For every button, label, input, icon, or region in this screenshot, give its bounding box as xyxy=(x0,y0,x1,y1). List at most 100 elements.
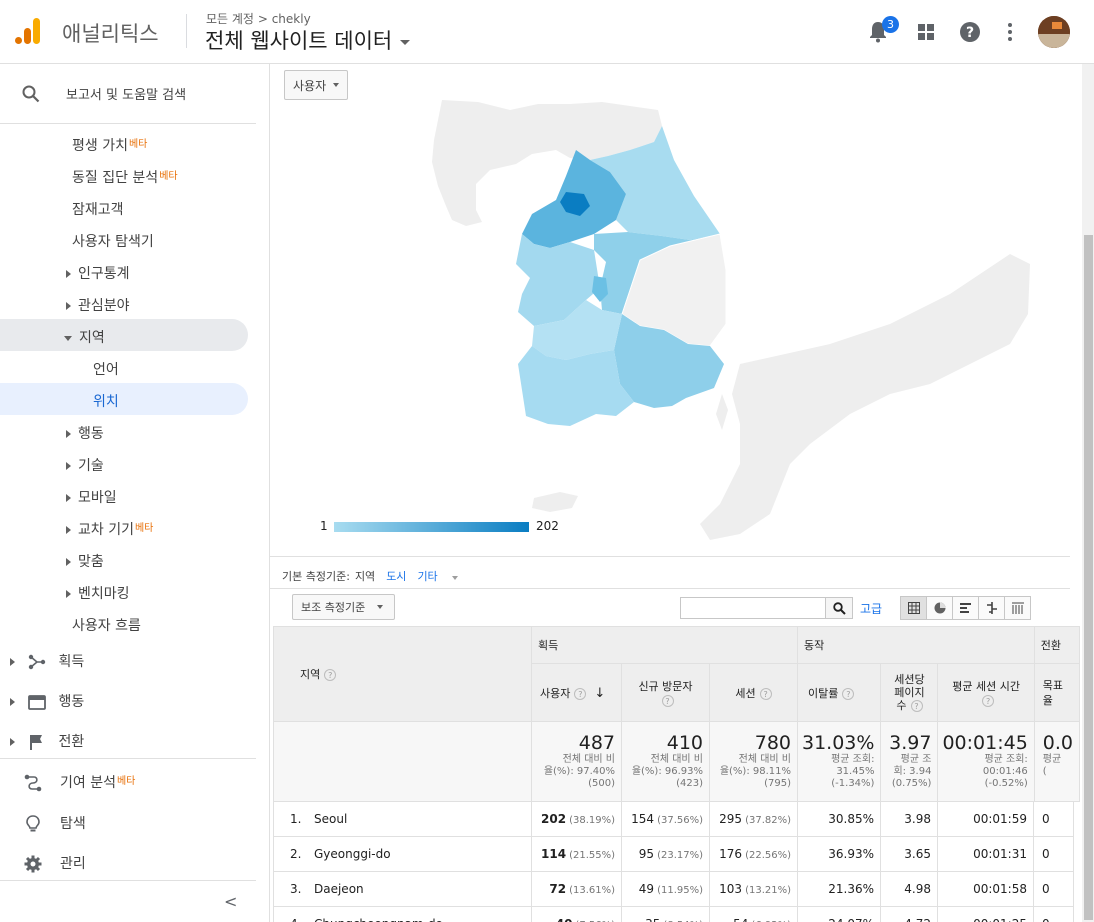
sidebar-item-interests[interactable]: 관심분야 xyxy=(66,295,130,315)
total-value: 780 xyxy=(754,732,791,754)
sidebar-item-custom[interactable]: 맞춤 xyxy=(66,551,104,571)
breadcrumb-account[interactable]: chekly xyxy=(272,12,311,26)
total-subtext: (500) xyxy=(588,778,615,789)
sidebar-item-benchmarking[interactable]: 벤치마킹 xyxy=(66,583,130,603)
sidebar-item-audiences[interactable]: 잠재고객 xyxy=(72,199,124,219)
report-search[interactable]: 보고서 및 도움말 검색 xyxy=(0,64,256,124)
collapse-sidebar-button[interactable]: < xyxy=(224,892,237,911)
sidebar-item-discover[interactable]: 탐색 xyxy=(24,813,86,833)
view-selector[interactable]: 전체 웹사이트 데이터 xyxy=(205,25,411,55)
sidebar-item-label: 지역 xyxy=(79,330,105,346)
map-region-jeju xyxy=(532,492,578,512)
total-subtext: 회: 3.94 xyxy=(893,766,932,777)
sidebar-section-conversions[interactable]: 전환 xyxy=(10,731,84,751)
help-button[interactable]: ? xyxy=(958,20,982,44)
breadcrumb-root[interactable]: 모든 계정 xyxy=(206,12,254,26)
avg-session-duration-cell: 00:01:58 xyxy=(937,871,1034,907)
column-header-avg-session-duration[interactable]: 평균 세션 시간? xyxy=(937,663,1035,722)
table-search-input[interactable] xyxy=(680,597,826,619)
table-row[interactable]: 1. Seoul 202 (38.19%) 154 (37.56%) 295 (37.82%)… xyxy=(273,801,1074,837)
scrollbar-thumb[interactable] xyxy=(1084,235,1093,920)
table-row[interactable]: 2. Gyeonggi-do 114 (21.55%) 95 (23.17%) 176 (22… xyxy=(273,836,1074,872)
column-header-new-users[interactable]: 신규 방문자? xyxy=(621,663,710,722)
table-row[interactable]: 3. Daejeon 72 (13.61%) 49 (11.95%) 103 (13.21%)… xyxy=(273,871,1074,907)
help-icon[interactable]: ? xyxy=(982,695,995,707)
region-link[interactable]: Chungcheongnam-do xyxy=(314,917,443,922)
dimension-other-link[interactable]: 기타 xyxy=(417,570,468,583)
view-table-button[interactable] xyxy=(900,596,927,620)
column-header-pages-per-session[interactable]: 세션당 페이지 수? xyxy=(880,663,939,722)
sidebar-section-label: 획득 xyxy=(58,654,85,670)
search-icon xyxy=(832,601,846,615)
help-icon[interactable]: ? xyxy=(661,695,674,707)
chevron-down-icon xyxy=(451,576,458,580)
geo-map[interactable] xyxy=(270,64,1070,546)
sidebar-item-cross-device[interactable]: 교차 기기베타 xyxy=(66,519,153,539)
sidebar-item-geo[interactable]: 지역 xyxy=(64,327,105,347)
secondary-dimension-dropdown[interactable]: 보조 측정기준 xyxy=(292,594,395,620)
view-bar-button[interactable] xyxy=(952,596,979,620)
more-options-button[interactable] xyxy=(998,20,1022,44)
grid-icon xyxy=(907,602,920,614)
column-header-bounce-rate[interactable]: 이탈률? xyxy=(796,663,882,722)
sessions-cell: 295 (37.82%) xyxy=(709,801,798,837)
advanced-filter-link[interactable]: 고급 xyxy=(860,600,882,617)
help-icon[interactable]: ? xyxy=(910,700,923,712)
region-link[interactable]: Gyeonggi-do xyxy=(314,847,391,861)
view-pie-button[interactable] xyxy=(926,596,953,620)
sidebar-item-location[interactable]: 위치 xyxy=(93,391,119,411)
view-compare-button[interactable] xyxy=(978,596,1005,620)
sidebar-item-attribution[interactable]: 기여 분석베타 xyxy=(24,772,135,792)
sidebar-item-label: 교차 기기 xyxy=(78,522,134,538)
column-header-label: 이탈률 xyxy=(808,686,839,700)
sidebar-item-mobile[interactable]: 모바일 xyxy=(66,487,117,507)
sidebar-item-users-flow[interactable]: 사용자 흐름 xyxy=(72,615,141,635)
view-pivot-button[interactable] xyxy=(1004,596,1031,620)
help-icon[interactable]: ? xyxy=(324,669,337,681)
new-users-percent: (37.56%) xyxy=(657,815,703,826)
bounce-rate-cell: 30.85% xyxy=(797,801,881,837)
sidebar-item-behavior-sub[interactable]: 행동 xyxy=(66,423,104,443)
avatar-image xyxy=(1038,16,1070,48)
notification-count-badge: 3 xyxy=(882,16,899,33)
region-cell: 1. Seoul xyxy=(273,801,532,837)
analytics-logo-icon[interactable] xyxy=(14,16,42,46)
sidebar-item-cohort-analysis[interactable]: 동질 집단 분석베타 xyxy=(72,167,178,187)
dimension-city-link[interactable]: 도시 xyxy=(386,570,406,583)
sidebar-item-language[interactable]: 언어 xyxy=(93,359,119,379)
sidebar-item-lifetime-value[interactable]: 평생 가치베타 xyxy=(72,135,147,155)
region-link[interactable]: Seoul xyxy=(314,812,347,826)
region-link[interactable]: Daejeon xyxy=(314,882,364,896)
table-search-button[interactable] xyxy=(825,597,853,619)
column-header-users[interactable]: 사용자? ↓ xyxy=(531,663,622,722)
column-header-label: 수 xyxy=(896,699,907,712)
dimension-other-label: 기타 xyxy=(417,570,438,583)
row-index: 1. xyxy=(290,812,302,826)
sidebar-item-label: 관리 xyxy=(60,856,86,872)
search-icon xyxy=(22,85,40,103)
table-row[interactable]: 4.Chungcheongnam-do40(7.56%)35(8.54%)54(… xyxy=(273,906,1074,922)
total-subtext: (0.75%) xyxy=(891,778,932,789)
help-icon[interactable]: ? xyxy=(759,687,772,700)
total-value: 0.0 xyxy=(1042,732,1074,754)
sidebar-item-label: 관심분야 xyxy=(78,298,130,314)
pie-icon xyxy=(934,602,945,614)
help-icon[interactable]: ? xyxy=(842,687,855,700)
avatar[interactable] xyxy=(1038,16,1070,48)
apps-button[interactable] xyxy=(914,20,938,44)
help-icon[interactable]: ? xyxy=(574,687,587,700)
sidebar-item-demographics[interactable]: 인구통계 xyxy=(66,263,130,283)
sidebar-section-behavior[interactable]: 행동 xyxy=(10,691,84,711)
sidebar-item-technology[interactable]: 기술 xyxy=(66,455,104,475)
users-value: 114 xyxy=(541,847,567,861)
sidebar-item-user-explorer[interactable]: 사용자 탐색기 xyxy=(72,231,154,251)
bounce-rate-cell: 24.07% xyxy=(797,906,881,922)
column-header-region[interactable]: 지역? xyxy=(273,626,532,722)
sidebar-section-acquisition[interactable]: 획득 xyxy=(10,651,84,671)
column-header-goal-rate[interactable]: 목표 율 xyxy=(1033,663,1081,722)
pages-per-session-cell: 4.72 xyxy=(880,906,938,922)
sidebar-item-admin[interactable]: 관리 xyxy=(24,853,86,873)
column-header-sessions[interactable]: 세션? xyxy=(709,663,798,722)
pages-per-session-cell: 3.65 xyxy=(880,836,938,872)
sessions-value: 176 xyxy=(719,847,743,861)
